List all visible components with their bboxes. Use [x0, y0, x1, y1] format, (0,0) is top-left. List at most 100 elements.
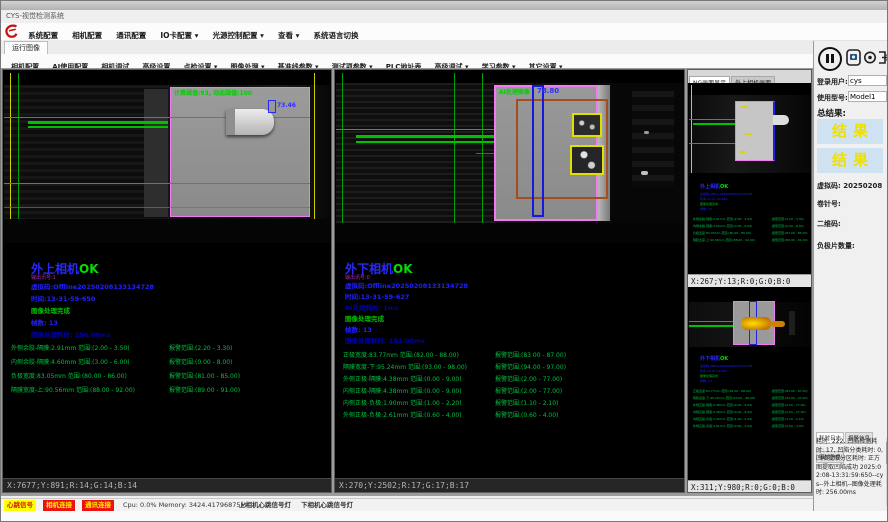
measurement-text: 外侧余胶-隔膜:2.91mm 范围:(2.00 - 3.50) — [11, 343, 130, 352]
result-box-lower: 结果 — [817, 148, 883, 173]
mini-measure: 隔膜宽度-上:90.56mm 范围:(88.00 - 92.00) — [693, 238, 755, 242]
mini-measure: 外侧正极-隔膜:4.38mm 范围:(0.00 - 9.00) — [693, 403, 752, 407]
mini-alarm: 报警范围:(2.20 - 3.30) — [772, 217, 804, 221]
title-bar: CYS-视觉检测系统 — [1, 10, 888, 23]
mini-measure: 内侧余胶-隔膜:4.60mm 范围:(3.00 - 6.00) — [693, 224, 752, 228]
model-input[interactable] — [848, 91, 887, 102]
measurement-text: 隔膜宽度-上:90.56mm 范围:(88.00 - 92.00) — [11, 385, 135, 394]
mini-alarm: 报警范围:(2.00 - 77.00) — [772, 410, 806, 414]
virtual-code-label: 虚拟码: 20250208 — [817, 181, 882, 191]
window-bottom-fill — [1, 511, 888, 522]
mini-upper-name: 外上相机 — [700, 184, 720, 190]
measurement-text: 外侧正极-隔膜:4.38mm 范围:(0.00 - 9.00) — [343, 374, 462, 383]
menu-bar: 系统配置 相机配置 通讯配置 IO卡配置 ▾ 光源控制配置 ▾ 查看 ▾ 系统语… — [1, 23, 888, 41]
window-frame-top — [1, 1, 888, 10]
preview-tab-strip: NG画面显示外上相机画面外下相机画面 — [688, 70, 812, 83]
ai-image-label: AI处理图像 — [499, 87, 530, 96]
settings-button[interactable] — [863, 49, 877, 66]
mini-alarm: 报警范围:(94.00 - 97.00) — [772, 396, 808, 400]
qr-code-label: 二维码: — [817, 219, 841, 229]
alarm-range: 报警范围:(83.00 - 87.00) — [495, 350, 566, 359]
preview-upper-coords: X:267;Y:13;R:0;G:0;B:0 — [688, 274, 811, 288]
main-area: 计算阈值:93, 动态阈值:100 73.46 外上相机 OK 输出讯号:1 虚拟… — [1, 68, 813, 496]
measurement-text: 内侧正极-负极:1.90mm 范围:(1.00 - 2.20) — [343, 398, 462, 407]
comm-connect-badge: 通讯连接 — [82, 500, 114, 511]
camera-panel-upper: 计算阈值:93, 动态阈值:100 73.46 外上相机OK 输出讯号:1 虚拟… — [2, 69, 332, 493]
logout-button[interactable] — [877, 49, 888, 66]
elapsed-lower: 图像处理耗时: 163.00ms — [345, 335, 425, 345]
mini-alarm: 报警范围:(89.00 - 91.00) — [772, 238, 808, 242]
mini-measure: 外侧正极-负极:2.61mm 范围:(0.60 - 4.00) — [693, 424, 752, 428]
window-title: CYS-视觉检测系统 — [6, 12, 64, 20]
measurement-text: 正极宽度:83.77mm 范围:(82.00 - 88.00) — [343, 350, 459, 359]
barcode-upper: 虚拟码:Offline20250208133134728 — [31, 281, 154, 291]
mini-alarm: 报警范围:(2.00 - 77.00) — [772, 403, 806, 407]
width-marker-lower: 78.80 — [537, 87, 559, 95]
mini-lower-done: 图像处理完成 — [700, 374, 718, 378]
camera-panel-lower: AI处理图像 78.80 外下相机OK 输出讯号:0 虚拟码:Offline20… — [334, 69, 685, 493]
camera-status-upper: OK — [79, 262, 99, 276]
camera-status-lower: OK — [393, 262, 413, 276]
tab-run-image[interactable]: 运行图像 — [4, 41, 48, 55]
preview-upper[interactable]: 外上相机OK 虚拟码:Offline20250208133134728 时间:1… — [688, 83, 812, 274]
mini-measure: 正极宽度:83.77mm 范围:(82.00 - 88.00) — [693, 389, 751, 393]
defect-highlight — [741, 317, 771, 330]
pixel-coords-lower: X:270;Y:2502;R:17;G:17;B:17 — [335, 478, 684, 492]
mini-upper-frame: 帧数: 13 — [700, 207, 712, 211]
camera-image-lower[interactable]: AI处理图像 78.80 — [336, 73, 683, 243]
model-label: 使用型号: — [817, 93, 848, 103]
defect-box-1 — [572, 113, 602, 137]
app-window: CYS-视觉检测系统 系统配置 相机配置 通讯配置 IO卡配置 ▾ 光源控制配置… — [0, 0, 888, 522]
anode-count-label: 负极片数量: — [817, 241, 855, 251]
alarm-range: 报警范围:(0.00 - 8.00) — [169, 357, 232, 366]
right-sidebar: 登录用户: 使用型号: 总结果: 结果 结果 虚拟码: 20250208 卷针号… — [813, 41, 888, 522]
result-box-upper: 结果 — [817, 119, 883, 144]
output-signal-upper: 输出讯号:1 — [31, 274, 56, 281]
width-marker-upper: 73.46 — [277, 102, 296, 109]
pause-button[interactable] — [818, 47, 842, 71]
lower-camera-heartbeat[interactable]: 下相机心跳信号灯 — [301, 500, 353, 511]
mini-lower-frame: 帧数: 13 — [700, 379, 712, 383]
preview-lower-coords: X:311;Y:980;R:0;G:0;B:0 — [688, 480, 811, 493]
toolbar: 相机配置 AI使用配置 相机调试 高级设置 点检设置 ▾ 图像处理 ▾ 基准线参… — [1, 54, 813, 69]
app-logo-icon — [4, 24, 20, 39]
alarm-range: 报警范围:(2.00 - 77.00) — [495, 374, 562, 383]
measurement-text: 负极宽度:83.05mm 范围:(80.00 - 86.00) — [11, 371, 127, 380]
frame-count-lower: 帧数: 13 — [345, 324, 372, 334]
alarm-range: 报警范围:(89.00 - 91.00) — [169, 385, 240, 394]
total-result-label: 总结果: — [817, 107, 846, 119]
mini-measure: 外侧余胶-隔膜:2.91mm 范围:(2.00 - 3.50) — [693, 217, 752, 221]
alarm-range: 报警范围:(81.00 - 85.00) — [169, 371, 240, 380]
mini-lower-barcode: 虚拟码:Offline20250208133134728 — [700, 364, 752, 368]
ai-elapsed-lower: AI处理耗时: 1ms — [345, 302, 398, 312]
login-user-input[interactable] — [848, 75, 887, 86]
alarm-range: 报警范围:(94.00 - 97.00) — [495, 362, 566, 371]
alarm-range: 报警范围:(2.00 - 77.00) — [495, 386, 562, 395]
mini-upper-done: 图像处理完成 — [700, 202, 718, 206]
tab-strip: 运行图像 — [1, 40, 813, 55]
mini-lower-name: 外下相机 — [700, 356, 720, 362]
status-bar: 心跳信号 相机连接 通讯连接 Cpu: 0.0% Memory: 3424.41… — [1, 498, 813, 512]
camera-button[interactable] — [846, 49, 861, 66]
measurement-text: 内侧正极-隔膜:4.38mm 范围:(0.00 - 9.00) — [343, 386, 462, 395]
login-user-label: 登录用户: — [817, 77, 848, 87]
alarm-range: 报警范围:(1.10 - 2.10) — [495, 398, 558, 407]
mini-measure: 隔膜宽度-下:95.24mm 范围:(93.00 - 98.00) — [693, 396, 755, 400]
log-text: 耗时: 222, 凹陷检测耗时: 17, 凹陷分类耗时: 0, 凹陷提取分区耗时… — [816, 438, 885, 498]
width-gauge-box — [532, 85, 544, 217]
upper-camera-heartbeat[interactable]: 上相机心跳信号灯 — [239, 500, 291, 511]
preview-column: NG画面显示外上相机画面外下相机画面 外上相机OK 虚拟码:Offl — [687, 69, 812, 493]
pixel-coords-upper: X:7677;Y:891;R:14;G:14;B:14 — [3, 478, 331, 492]
needle-number-label: 卷针号: — [817, 199, 841, 209]
preview-lower[interactable]: 外下相机OK 虚拟码:Offline20250208133134728 时间:1… — [688, 287, 812, 480]
mini-measure: 负极宽度:83.05mm 范围:(80.00 - 86.00) — [693, 231, 751, 235]
measurement-text: 外侧正极-负极:2.61mm 范围:(0.60 - 4.00) — [343, 410, 462, 419]
process-done-lower: 图像处理完成 — [345, 313, 384, 323]
mini-upper-barcode: 虚拟码:Offline20250208133134728 — [700, 192, 752, 196]
mini-lower-time: 时间:13-31-59-627 — [700, 369, 727, 373]
camera-image-upper[interactable]: 计算阈值:93, 动态阈值:100 73.46 — [4, 73, 330, 243]
mini-upper-time: 时间:13-31-59-650 — [700, 197, 727, 201]
alarm-range: 报警范围:(2.20 - 3.30) — [169, 343, 232, 352]
time-lower: 时间:13-31-59-627 — [345, 291, 409, 301]
cpu-memory-status: Cpu: 0.0% Memory: 3424.41796875M — [123, 500, 246, 511]
